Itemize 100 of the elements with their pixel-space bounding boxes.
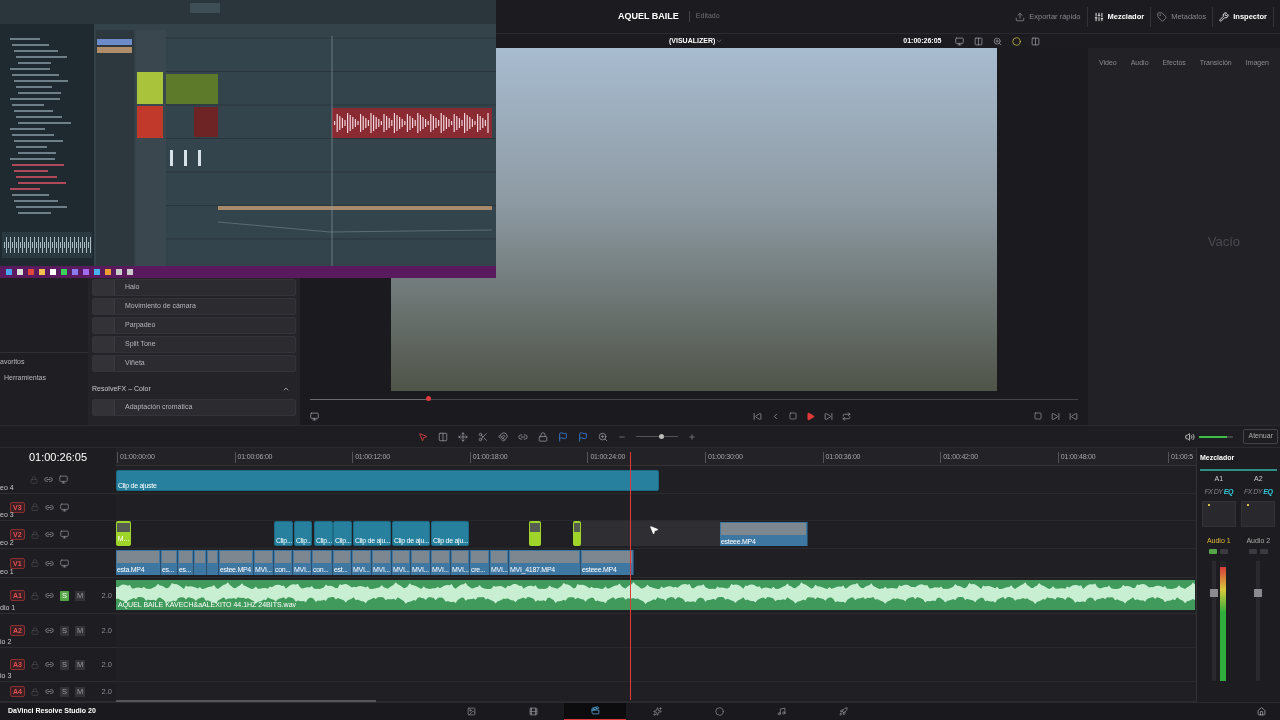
clip-thumbnail [353, 551, 370, 563]
fader-handle[interactable] [1209, 589, 1218, 597]
lock-icon[interactable] [538, 431, 548, 442]
media-page-icon [466, 707, 476, 716]
clip-thumbnail [432, 551, 449, 563]
layout-icon[interactable] [974, 36, 984, 46]
scrollbar[interactable] [116, 700, 376, 702]
channel-toggle[interactable] [1209, 549, 1218, 554]
display-icon[interactable] [955, 36, 965, 46]
clip-thumbnail [275, 551, 291, 563]
clip-thumbnail [162, 551, 176, 563]
deliver-page-icon [838, 707, 848, 716]
link-icon[interactable] [44, 591, 54, 600]
fader[interactable] [1256, 561, 1261, 681]
project-title: AQUEL BAILE [618, 9, 679, 23]
monitor-icon[interactable] [59, 502, 69, 512]
video-clip[interactable] [194, 550, 207, 575]
fusion-page-icon [652, 707, 662, 716]
clip-thumbnail [510, 551, 579, 563]
clip-thumbnail [373, 551, 390, 563]
link-icon[interactable] [44, 660, 54, 669]
caret-icon[interactable] [715, 37, 724, 45]
page-tab[interactable] [564, 702, 626, 720]
inspector-icon [1219, 11, 1230, 22]
play-icon[interactable] [805, 411, 815, 421]
match-frame-icon[interactable] [1034, 412, 1042, 420]
clip-thumbnail [294, 551, 310, 563]
clip-thumbnail [313, 551, 331, 563]
effect-thumbnail-icon [93, 400, 115, 415]
video-clip[interactable] [207, 550, 219, 575]
monitor-icon[interactable] [59, 475, 68, 484]
link-icon[interactable] [518, 431, 528, 442]
channel-toggle[interactable] [1220, 549, 1229, 554]
color-icon[interactable] [1012, 36, 1022, 46]
fairlight-page-icon [776, 707, 786, 716]
cut-page-icon [528, 707, 538, 716]
clip-thumbnail [208, 551, 217, 563]
tool-icon[interactable] [438, 431, 448, 442]
volume-slider[interactable] [1199, 435, 1234, 438]
color-page-icon [714, 707, 724, 716]
clip-thumbnail [491, 551, 507, 563]
mouse-cursor-icon [649, 525, 659, 535]
link-icon[interactable] [44, 475, 53, 484]
monitor-icon[interactable] [59, 558, 69, 568]
tool-icon[interactable] [478, 431, 488, 442]
tool-icon[interactable] [458, 431, 468, 442]
effect-thumbnail-icon [93, 317, 115, 333]
link-icon[interactable] [44, 502, 54, 512]
link-icon[interactable] [44, 530, 54, 539]
effect-thumbnail-icon [93, 279, 115, 295]
clip-thumbnail [220, 551, 252, 563]
clip-thumbnail [117, 551, 159, 563]
clip-thumbnail [412, 551, 429, 563]
clip-thumbnail [255, 551, 272, 563]
edit-page-icon [590, 706, 600, 715]
clip-thumbnail [179, 551, 192, 563]
skip-back-icon[interactable] [752, 411, 762, 421]
channel-toggle[interactable] [1248, 549, 1257, 554]
timeline-timecode: 01:00:26:05 [28, 449, 88, 465]
next-edit-icon[interactable] [1051, 411, 1060, 421]
zoom-in-icon[interactable] [688, 432, 696, 441]
snapping-icon[interactable] [498, 431, 508, 442]
zoom-icon[interactable] [993, 36, 1003, 46]
export-icon [1015, 11, 1026, 22]
prev-edit-icon[interactable] [1069, 411, 1078, 421]
volume-icon[interactable] [1185, 431, 1196, 442]
still-clip[interactable] [529, 521, 541, 546]
clip-thumbnail [582, 551, 632, 563]
viewer-mode-icon[interactable] [310, 411, 319, 421]
clip-thumbnail [195, 551, 205, 563]
zoom-icon[interactable] [598, 431, 608, 442]
clip-thumbnail [574, 523, 580, 532]
stop-icon[interactable] [788, 412, 797, 420]
loop-icon[interactable] [841, 411, 851, 421]
clip-thumbnail [334, 551, 350, 563]
link-icon[interactable] [44, 687, 54, 696]
effect-thumbnail-icon [93, 298, 115, 314]
fader[interactable] [1211, 561, 1216, 681]
effect-thumbnail-icon [93, 336, 115, 352]
split-icon[interactable] [1031, 36, 1041, 46]
mixer-icon [1093, 11, 1104, 22]
skip-forward-icon[interactable] [823, 411, 833, 421]
link-icon[interactable] [44, 626, 54, 635]
flag-icon[interactable] [558, 431, 568, 442]
clip-thumbnail [530, 523, 540, 532]
slider-thumb[interactable] [659, 434, 665, 439]
link-icon[interactable] [44, 558, 54, 568]
marker-icon[interactable] [578, 431, 588, 442]
clip-thumbnail [471, 551, 488, 563]
home-icon[interactable] [1257, 707, 1266, 716]
fader-handle[interactable] [1254, 589, 1263, 597]
tool-icon[interactable] [418, 431, 428, 442]
still-clip[interactable] [573, 521, 581, 546]
clip-thumbnail [452, 551, 468, 563]
monitor-icon[interactable] [59, 530, 69, 539]
clip-thumbnail [393, 551, 409, 563]
effect-thumbnail-icon [93, 355, 115, 371]
channel-toggle[interactable] [1259, 549, 1268, 554]
playhead-marker[interactable] [426, 395, 432, 401]
clip-thumbnail [117, 523, 130, 532]
